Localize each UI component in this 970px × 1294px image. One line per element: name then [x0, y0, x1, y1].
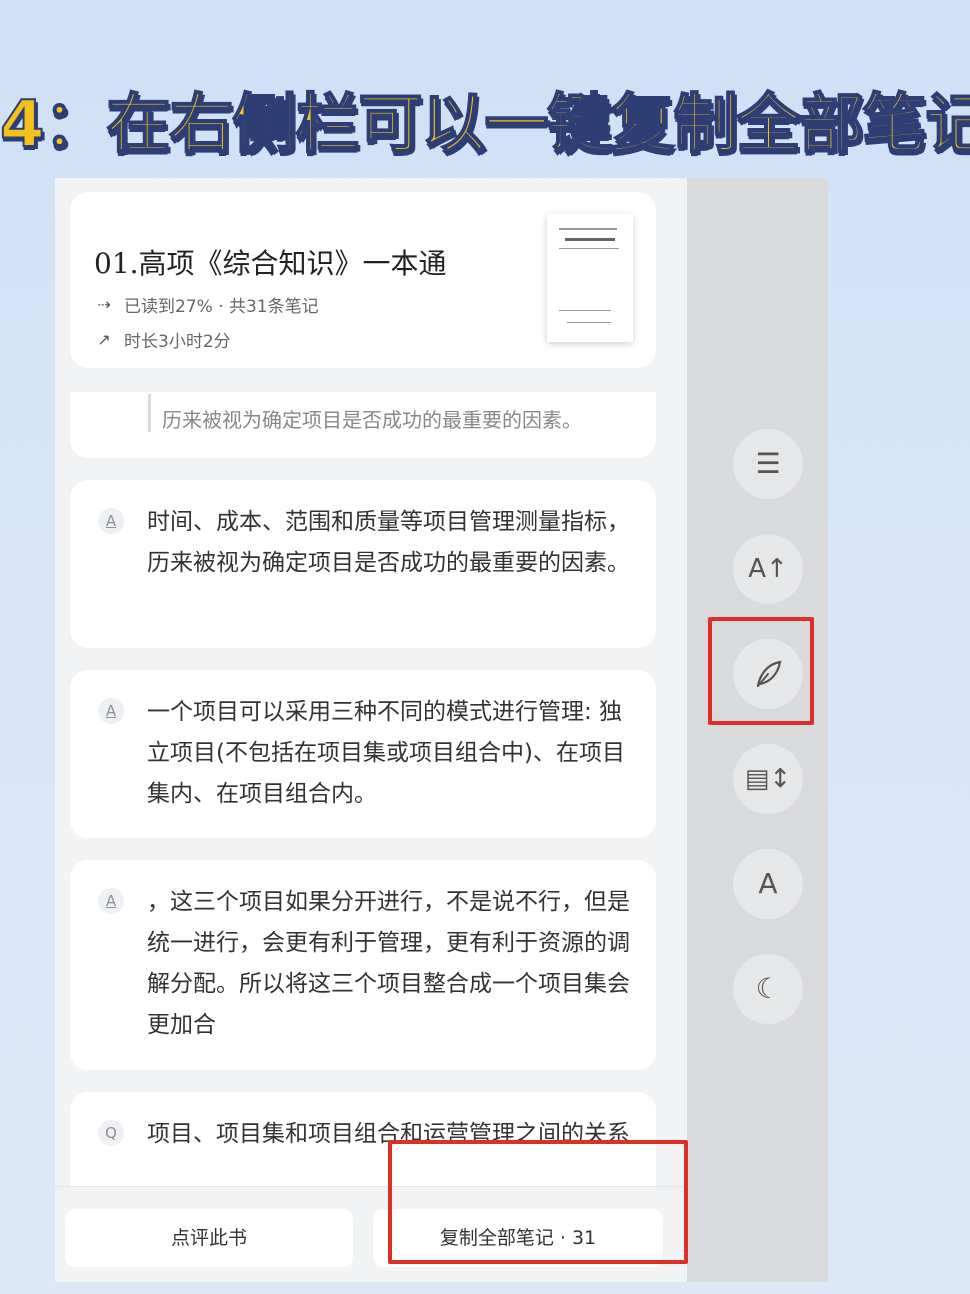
book-title: 01.高项《综合知识》一本通 [94, 247, 447, 280]
review-book-button[interactable]: 点评此书 [65, 1209, 353, 1267]
note-text: ，这三个项目如果分开进行，不是说不行，但是统一进行，会更有利于管理，更有利于资源… [147, 889, 630, 1038]
trend-icon: ↗ [97, 330, 111, 349]
quote-card[interactable]: 历来被视为确定项目是否成功的最重要的因素。 [70, 392, 656, 458]
duration-row: ↗ 时长3小时2分 [94, 327, 231, 352]
thought-note-icon: Q [98, 1120, 124, 1146]
underline-note-icon: A [98, 888, 124, 914]
font-size-icon[interactable]: A↑ [733, 534, 803, 604]
note-card[interactable]: A ，这三个项目如果分开进行，不是说不行，但是统一进行，会更有利于管理，更有利于… [70, 860, 656, 1070]
menu-icon[interactable]: ☰ [733, 429, 803, 499]
note-text: 一个项目可以采用三种不同的模式进行管理: 独立项目(不包括在项目集或项目组合中)… [147, 699, 625, 807]
right-sidebar: ☰ A↑ ▤↕ A ☾ [687, 178, 828, 1282]
progress-row: ⇢ 已读到27% · 共31条笔记 [94, 292, 319, 317]
font-icon[interactable]: A [733, 849, 803, 919]
book-cover[interactable] [547, 214, 633, 342]
note-text: 时间、成本、范围和质量等项目管理测量指标，历来被视为确定项目是否成功的最重要的因… [147, 509, 630, 576]
duration-text: 时长3小时2分 [124, 332, 231, 352]
note-card[interactable]: A 一个项目可以采用三种不同的模式进行管理: 独立项目(不包括在项目集或项目组合… [70, 670, 656, 838]
arrow-right-icon: ⇢ [97, 295, 111, 314]
quote-bar [148, 394, 151, 432]
notes-panel: 01.高项《综合知识》一本通 ⇢ 已读到27% · 共31条笔记 ↗ 时长3小时… [55, 178, 687, 1282]
book-info-card[interactable]: 01.高项《综合知识》一本通 ⇢ 已读到27% · 共31条笔记 ↗ 时长3小时… [70, 192, 656, 368]
underline-note-icon: A [98, 508, 124, 534]
dark-mode-icon[interactable]: ☾ [733, 954, 803, 1024]
layout-icon[interactable]: ▤↕ [733, 744, 803, 814]
note-card[interactable]: A 时间、成本、范围和质量等项目管理测量指标，历来被视为确定项目是否成功的最重要… [70, 480, 656, 648]
feather-highlight-box [708, 617, 814, 725]
headline: 4：在右侧栏可以一键复制全部笔记 [0, 87, 970, 163]
progress-text: 已读到27% · 共31条笔记 [124, 297, 319, 317]
underline-note-icon: A [98, 698, 124, 724]
quote-text: 历来被视为确定项目是否成功的最重要的因素。 [162, 408, 582, 432]
copy-button-highlight-box [388, 1140, 688, 1264]
